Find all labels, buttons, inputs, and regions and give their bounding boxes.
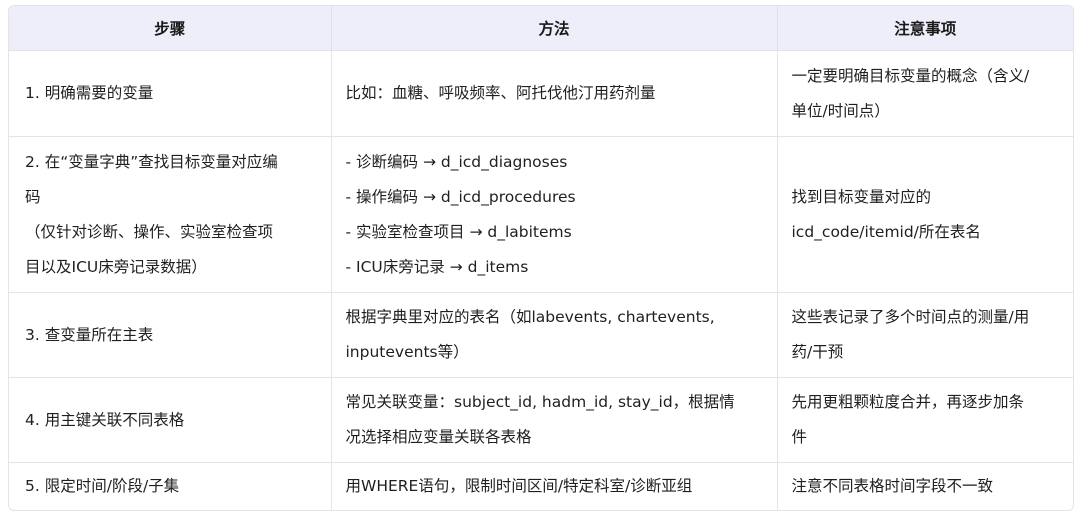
step-cell: 4. 用主键关联不同表格 <box>9 377 332 463</box>
table-row: 3. 查变量所在主表 根据字典里对应的表名（如labevents, charte… <box>9 292 1073 378</box>
method-cell: 根据字典里对应的表名（如labevents, chartevents, inpu… <box>331 292 778 378</box>
steps-table-container: 步骤 方法 注意事项 1. 明确需要的变量 比如：血糖、呼吸频率、阿托伐他汀用药… <box>8 5 1074 511</box>
note-cell: 这些表记录了多个时间点的测量/用 药/干预 <box>777 292 1073 378</box>
method-cell: 比如：血糖、呼吸频率、阿托伐他汀用药剂量 <box>331 50 778 137</box>
cell-text: 件 <box>791 428 808 446</box>
steps-table: 步骤 方法 注意事项 1. 明确需要的变量 比如：血糖、呼吸频率、阿托伐他汀用药… <box>9 6 1073 510</box>
cell-text: inputevents等） <box>345 343 469 361</box>
cell-text: 况选择相应变量关联各表格 <box>345 428 532 446</box>
cell-text: 比如：血糖、呼吸频率、阿托伐他汀用药剂量 <box>345 84 656 102</box>
cell-text: - ICU床旁记录 → d_items <box>345 257 529 276</box>
header-step: 步骤 <box>9 6 332 51</box>
method-cell: 常见关联变量：subject_id, hadm_id, stay_id，根据情 … <box>331 377 778 463</box>
cell-text: - 操作编码 → d_icd_procedures <box>345 187 576 206</box>
cell-text: 先用更粗颗粒度合并，再逐步加条 <box>791 393 1025 411</box>
table-row: 1. 明确需要的变量 比如：血糖、呼吸频率、阿托伐他汀用药剂量 一定要明确目标变… <box>9 50 1073 137</box>
cell-text: 找到目标变量对应的 <box>791 187 932 206</box>
cell-text: - 诊断编码 → d_icd_diagnoses <box>345 152 568 171</box>
cell-text: - 实验室检查项目 → d_labitems <box>345 222 572 241</box>
cell-text: （仅针对诊断、操作、实验室检查项 <box>25 222 274 241</box>
step-cell: 5. 限定时间/阶段/子集 <box>9 462 332 510</box>
cell-text: 根据字典里对应的表名（如labevents, chartevents, <box>345 308 715 326</box>
step-cell: 1. 明确需要的变量 <box>9 50 332 137</box>
cell-text: 2. 在“变量字典”查找目标变量对应编 <box>25 152 278 171</box>
method-cell: - 诊断编码 → d_icd_diagnoses - 操作编码 → d_icd_… <box>331 136 778 293</box>
cell-text: icd_code/itemid/所在表名 <box>791 222 981 241</box>
header-method: 方法 <box>331 6 778 51</box>
cell-text: 单位/时间点） <box>791 101 890 120</box>
cell-text: 常见关联变量：subject_id, hadm_id, stay_id，根据情 <box>345 393 735 411</box>
header-note: 注意事项 <box>777 6 1073 51</box>
method-cell: 用WHERE语句，限制时间区间/特定科室/诊断亚组 <box>331 462 778 510</box>
step-cell: 2. 在“变量字典”查找目标变量对应编 码 （仅针对诊断、操作、实验室检查项 目… <box>9 136 332 293</box>
note-cell: 先用更粗颗粒度合并，再逐步加条 件 <box>777 377 1073 463</box>
cell-text: 用WHERE语句，限制时间区间/特定科室/诊断亚组 <box>345 477 693 495</box>
table-row: 5. 限定时间/阶段/子集 用WHERE语句，限制时间区间/特定科室/诊断亚组 … <box>9 462 1073 510</box>
cell-text: 5. 限定时间/阶段/子集 <box>25 477 180 495</box>
table-row: 4. 用主键关联不同表格 常见关联变量：subject_id, hadm_id,… <box>9 377 1073 463</box>
table-row: 2. 在“变量字典”查找目标变量对应编 码 （仅针对诊断、操作、实验室检查项 目… <box>9 136 1073 293</box>
cell-text: 注意不同表格时间字段不一致 <box>791 477 994 495</box>
cell-text: 这些表记录了多个时间点的测量/用 <box>791 308 1030 326</box>
cell-text: 目以及ICU床旁记录数据） <box>25 257 207 276</box>
cell-text: 3. 查变量所在主表 <box>25 325 154 344</box>
cell-text: 1. 明确需要的变量 <box>25 84 154 102</box>
note-cell: 找到目标变量对应的 icd_code/itemid/所在表名 <box>777 136 1073 293</box>
note-cell: 一定要明确目标变量的概念（含义/ 单位/时间点） <box>777 50 1073 137</box>
cell-text: 一定要明确目标变量的概念（含义/ <box>791 66 1030 85</box>
note-cell: 注意不同表格时间字段不一致 <box>777 462 1073 510</box>
cell-text: 4. 用主键关联不同表格 <box>25 410 185 429</box>
cell-text: 药/干预 <box>791 343 844 361</box>
cell-text: 码 <box>25 187 41 206</box>
table-header-row: 步骤 方法 注意事项 <box>9 6 1073 51</box>
step-cell: 3. 查变量所在主表 <box>9 292 332 378</box>
